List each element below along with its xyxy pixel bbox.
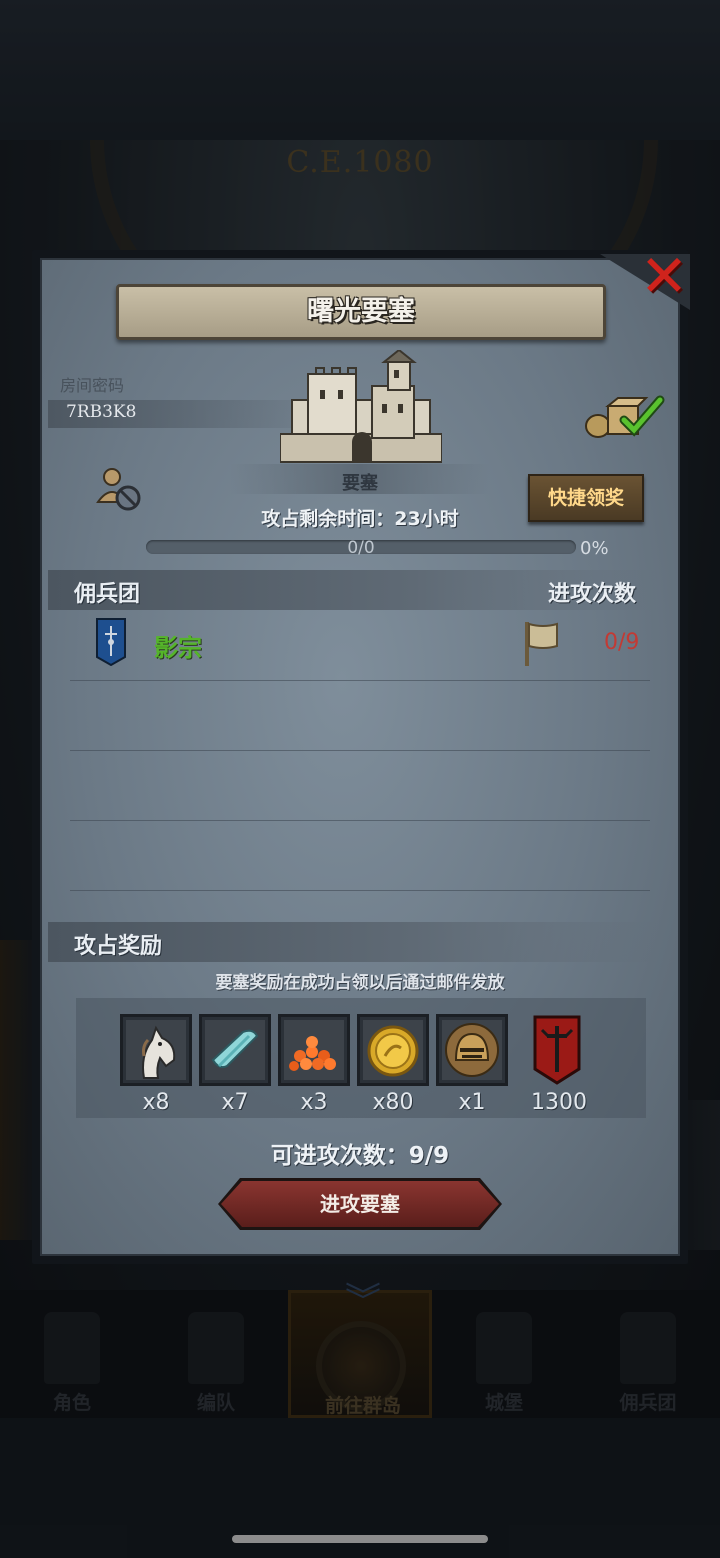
modal-title: 曙光要塞 (307, 296, 415, 327)
reward-item-helmet[interactable] (436, 1014, 508, 1086)
row-divider (70, 750, 650, 751)
remaining-time: 攻占剩余时间：23小时 (261, 508, 459, 530)
progress-count: 0/0 (347, 538, 375, 558)
gold-coin-icon (363, 1020, 423, 1080)
reward-count: x1 (458, 1090, 486, 1115)
title-plate: 曙光要塞 (116, 284, 606, 340)
reward-count: 1300 (531, 1090, 587, 1115)
cloth-icon (205, 1020, 265, 1080)
reward-item-gold[interactable] (357, 1014, 429, 1086)
room-password-label: 房间密码 (60, 376, 125, 395)
attack-count-header: 进攻次数 (548, 582, 637, 607)
reward-count: x3 (300, 1090, 328, 1115)
row-divider (70, 890, 650, 891)
guild-emblem-icon (96, 618, 126, 666)
mercenary-header: 佣兵团 (74, 582, 141, 607)
guild-name[interactable]: 影宗 (154, 628, 202, 663)
fortress-castle-icon (280, 350, 442, 463)
reward-item-beans[interactable] (278, 1014, 350, 1086)
progress-percent: 0% (580, 538, 609, 559)
attack-fortress-button[interactable]: 进攻要塞 (218, 1178, 502, 1230)
reward-bag-check-icon[interactable] (584, 392, 666, 440)
reward-count: x80 (372, 1090, 414, 1115)
flag-icon (525, 622, 558, 666)
reward-count: x7 (221, 1090, 249, 1115)
attempts-left: 可进攻次数：9/9 (270, 1143, 450, 1169)
row-divider (70, 680, 650, 681)
horse-icon (126, 1020, 186, 1080)
rewards-note: 要塞奖励在成功占领以后通过邮件发放 (215, 973, 505, 993)
reward-count: x8 (142, 1090, 170, 1115)
helmet-icon (442, 1020, 502, 1080)
rewards-header: 攻占奖励 (74, 934, 163, 959)
row-divider (70, 820, 650, 821)
red-banner-icon[interactable] (532, 1014, 582, 1086)
close-button[interactable]: ✕ (636, 247, 692, 305)
reward-item-cloth[interactable] (199, 1014, 271, 1086)
guild-attack-count: 0/9 (604, 630, 640, 655)
orange-beans-icon (284, 1020, 344, 1080)
reward-item-horse[interactable] (120, 1014, 192, 1086)
room-code[interactable]: 7RB3K8 (66, 402, 136, 422)
